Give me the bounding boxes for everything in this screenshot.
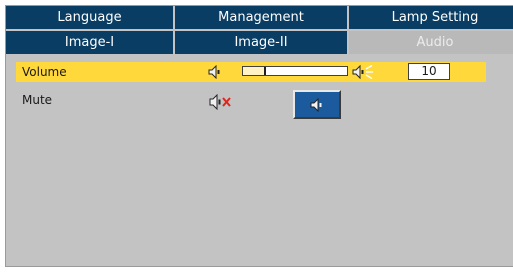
menu-tabs-row-1: Language Management Lamp Setting — [6, 6, 513, 29]
volume-slider-fill — [243, 67, 266, 75]
speaker-muted-icon[interactable] — [209, 94, 233, 110]
tab-audio[interactable]: Audio — [349, 31, 513, 54]
tab-label: Image-I — [64, 35, 115, 50]
mute-off-button[interactable] — [293, 90, 341, 119]
tab-label: Image-II — [234, 35, 288, 50]
tab-label: Lamp Setting — [391, 10, 479, 25]
mute-label: Mute — [22, 93, 53, 107]
tab-lamp-setting[interactable]: Lamp Setting — [349, 6, 513, 29]
audio-settings-menu: Language Management Lamp Setting Image-I… — [5, 5, 513, 267]
tab-image-i[interactable]: Image-I — [6, 31, 175, 54]
speaker-on-icon — [310, 98, 324, 112]
tab-management[interactable]: Management — [175, 6, 349, 29]
speaker-low-icon — [208, 65, 222, 79]
tab-image-ii[interactable]: Image-II — [175, 31, 349, 54]
tab-label: Audio — [416, 35, 454, 50]
speaker-high-icon — [352, 64, 376, 80]
volume-slider[interactable] — [242, 66, 348, 76]
volume-row[interactable]: Volume 10 — [16, 62, 486, 82]
volume-label: Volume — [22, 65, 67, 79]
menu-tabs-row-2: Image-I Image-II Audio — [6, 31, 513, 54]
tab-label: Language — [57, 10, 122, 25]
mute-row: Mute — [16, 90, 486, 120]
tab-label: Management — [218, 10, 304, 25]
tab-language[interactable]: Language — [6, 6, 175, 29]
volume-value-field[interactable]: 10 — [408, 63, 450, 80]
